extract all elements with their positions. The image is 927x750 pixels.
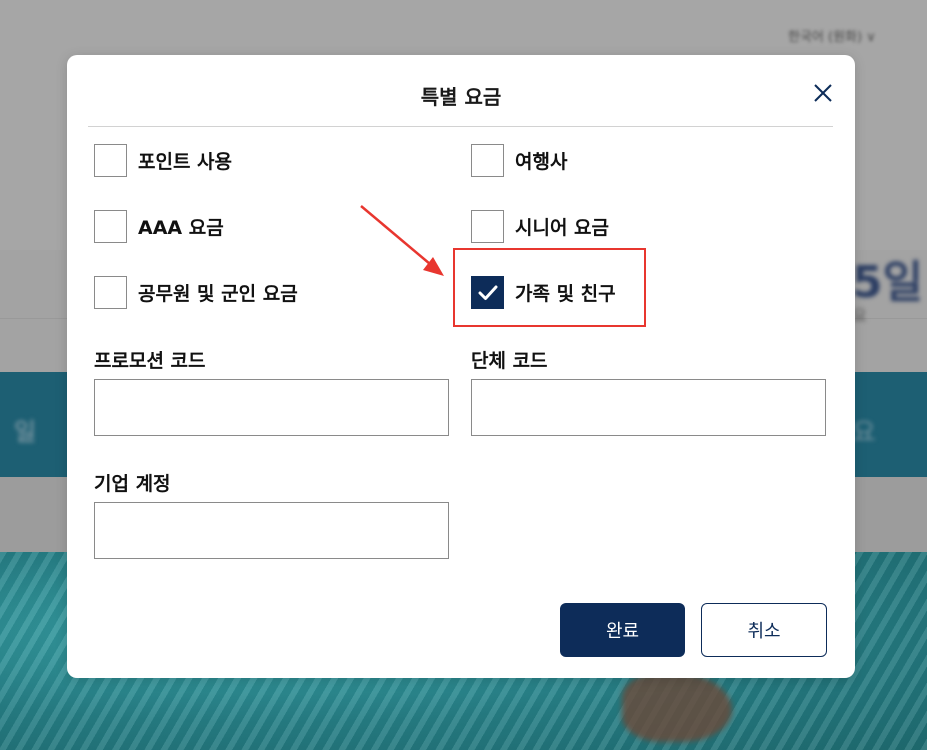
- done-button[interactable]: 완료: [560, 603, 685, 657]
- close-icon: [814, 84, 832, 102]
- travel-agent-checkbox[interactable]: [471, 143, 504, 177]
- group-code-label: 단체 코드: [471, 350, 548, 372]
- cancel-button[interactable]: 취소: [701, 603, 827, 657]
- promo-code-label: 프로모션 코드: [94, 350, 206, 372]
- corporate-account-label: 기업 계정: [94, 473, 171, 495]
- promo-code-input[interactable]: [94, 379, 449, 436]
- group-code-input[interactable]: [471, 379, 826, 436]
- points-checkbox[interactable]: [94, 143, 127, 177]
- option-aaa[interactable]: AAA 요금: [94, 209, 224, 243]
- senior-label: 시니어 요금: [515, 216, 610, 239]
- aaa-label: AAA 요금: [138, 216, 224, 239]
- background-banner-right: 요: [852, 418, 876, 448]
- option-points[interactable]: 포인트 사용: [94, 143, 232, 177]
- background-language-selector: 한국어 (원화) ∨: [788, 30, 876, 45]
- background-banner-text: 일: [14, 418, 37, 446]
- dialog-title: 특별 요금: [420, 85, 502, 109]
- points-label: 포인트 사용: [138, 150, 233, 173]
- senior-checkbox[interactable]: [471, 209, 504, 243]
- corporate-account-input[interactable]: [94, 502, 449, 559]
- close-button[interactable]: [811, 81, 835, 105]
- background-date-glyph: 5일: [852, 257, 924, 308]
- option-travel-agent[interactable]: 여행사: [471, 143, 567, 177]
- option-senior[interactable]: 시니어 요금: [471, 209, 609, 243]
- government-checkbox[interactable]: [94, 275, 127, 309]
- title-divider: [88, 126, 833, 127]
- special-rates-dialog: 특별 요금 포인트 사용 여행사 AAA 요금 시니어 요금 공무원 및 군인 …: [67, 55, 855, 678]
- travel-agent-label: 여행사: [515, 150, 568, 173]
- government-label: 공무원 및 군인 요금: [138, 282, 298, 305]
- aaa-checkbox[interactable]: [94, 209, 127, 243]
- annotation-highlight-box: [453, 248, 646, 327]
- option-government[interactable]: 공무원 및 군인 요금: [94, 275, 298, 309]
